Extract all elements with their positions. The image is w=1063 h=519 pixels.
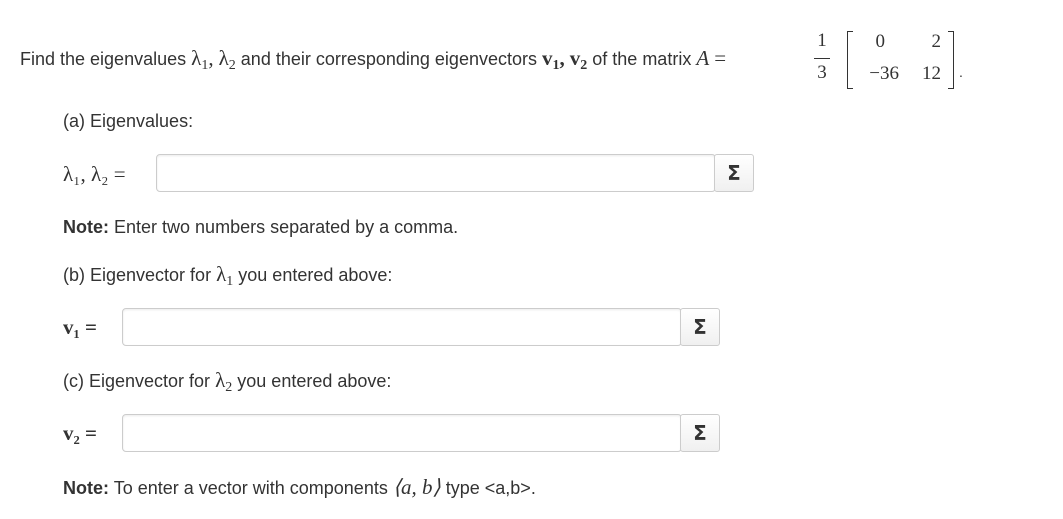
eigenvalues-input[interactable] — [156, 154, 716, 192]
fraction-bar — [814, 58, 830, 59]
note-text-prefix: To enter a vector with components — [113, 478, 388, 498]
equation-editor-button-c[interactable]: Σ — [680, 414, 720, 452]
note-label: Note: — [63, 478, 109, 498]
lambda2-symbol: λ2 — [218, 46, 236, 73]
matrix-cell-1-2: 2 — [931, 31, 942, 52]
note-text-suffix: type <a,b>. — [445, 478, 536, 498]
part-c-heading: (c) Eigenvector for λ2 you entered above… — [63, 368, 392, 395]
question-tail: of the matrix — [592, 49, 692, 69]
sigma-icon: Σ — [693, 421, 707, 445]
note-vector: Note: To enter a vector with components … — [63, 476, 536, 499]
question-text: Find the eigenvalues λ1, λ2 and their co… — [20, 47, 726, 73]
matrix-cell-2-2: 12 — [922, 63, 941, 84]
eigenvector-1-input[interactable] — [122, 308, 682, 346]
sigma-icon: Σ — [693, 315, 707, 339]
lambda2-ref: λ2 — [215, 368, 233, 395]
v1-symbol: v1, — [542, 46, 565, 73]
part-b-label: v₁ = — [63, 315, 98, 339]
sigma-icon: Σ — [727, 161, 741, 185]
note-text: Enter two numbers separated by a comma. — [114, 217, 459, 237]
part-a-label: λ₁, λ₂ = — [63, 162, 126, 186]
question-mid: and their corresponding eigenvectors — [240, 49, 537, 69]
matrix-right-bracket — [948, 31, 954, 89]
note-label: Note: — [63, 217, 109, 237]
equation-editor-button-a[interactable]: Σ — [714, 154, 754, 192]
equals-sign: = — [714, 46, 727, 70]
part-c-label: v₂ = — [63, 421, 98, 445]
v2-symbol: v2 — [569, 46, 588, 73]
fraction-numerator: 1 — [817, 30, 827, 51]
lambda1-symbol: λ1, — [191, 46, 214, 73]
matrix-cell-2-1: −36 — [869, 63, 899, 84]
fraction-denominator: 3 — [817, 62, 827, 83]
part-b-heading: (b) Eigenvector for λ1 you entered above… — [63, 262, 393, 289]
note-comma: Note: Enter two numbers separated by a c… — [63, 216, 458, 238]
lambda1-ref: λ1 — [216, 262, 234, 289]
matrix-name: A — [696, 46, 710, 70]
part-a-heading: (a) Eigenvalues: — [63, 111, 194, 131]
matrix-cell-1-1: 0 — [875, 31, 886, 52]
equation-editor-button-b[interactable]: Σ — [680, 308, 720, 346]
matrix-left-bracket — [847, 31, 853, 89]
question-intro: Find the eigenvalues — [20, 49, 187, 69]
vector-notation: ⟨a, b⟩ — [392, 475, 441, 499]
question-period: . — [959, 64, 963, 80]
eigenvector-2-input[interactable] — [122, 414, 682, 452]
